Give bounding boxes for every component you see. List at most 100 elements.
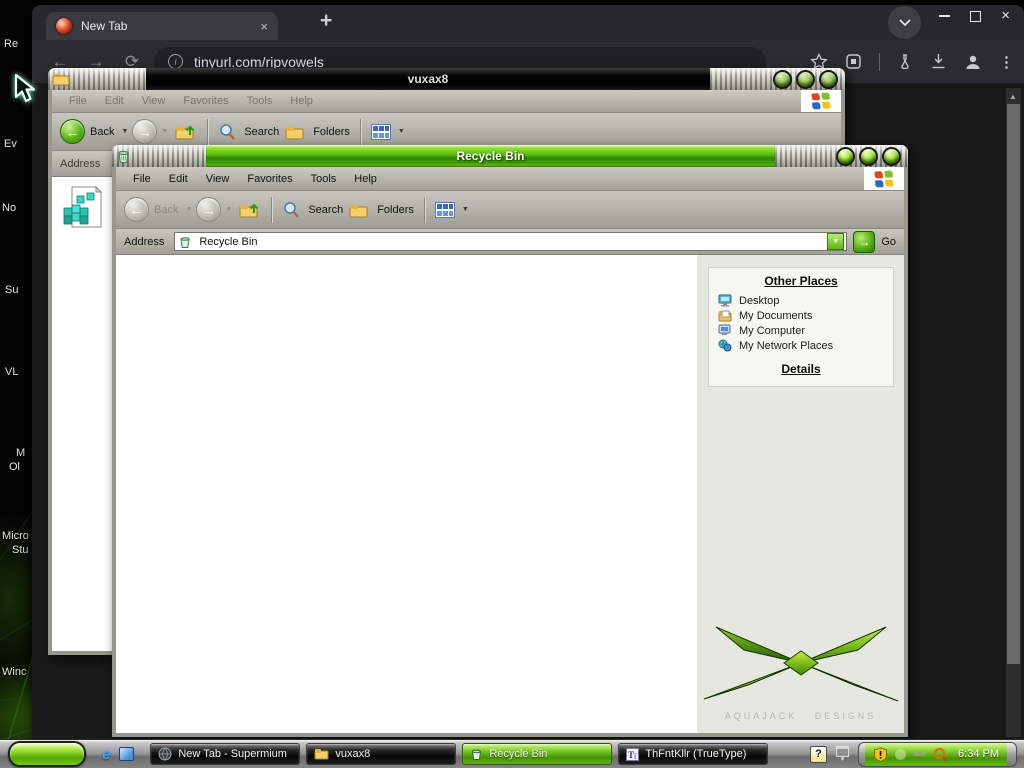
desktop-icon-label[interactable]: Ol bbox=[9, 461, 20, 473]
menu-favorites[interactable]: Favorites bbox=[238, 173, 301, 185]
back-button[interactable]: ← bbox=[60, 119, 85, 144]
details-expander[interactable]: Details bbox=[709, 362, 893, 376]
maximize-button[interactable] bbox=[970, 10, 982, 22]
place-label[interactable]: My Network Places bbox=[739, 340, 833, 352]
minimize-orb-button[interactable] bbox=[836, 146, 855, 166]
menu-view[interactable]: View bbox=[197, 173, 239, 185]
menu-help[interactable]: Help bbox=[281, 95, 322, 107]
folders-label[interactable]: Folders bbox=[313, 126, 350, 138]
tray-status-icon[interactable] bbox=[895, 748, 907, 760]
forward-dropdown-caret[interactable]: ▼ bbox=[161, 128, 168, 135]
menu-help[interactable]: Help bbox=[345, 173, 386, 185]
start-button[interactable] bbox=[8, 741, 86, 767]
go-button[interactable]: → bbox=[853, 230, 876, 253]
help-icon[interactable]: ? bbox=[810, 745, 828, 763]
scrollbar-thumb[interactable] bbox=[1007, 104, 1020, 664]
views-dropdown-caret[interactable]: ▼ bbox=[462, 206, 469, 213]
go-label[interactable]: Go bbox=[881, 236, 900, 248]
close-button[interactable]: × bbox=[1001, 8, 1010, 23]
desktop-icon-label[interactable]: Su bbox=[5, 284, 18, 296]
place-label[interactable]: My Computer bbox=[739, 325, 805, 337]
show-desktop-icon[interactable] bbox=[119, 747, 135, 761]
search-label[interactable]: Search bbox=[244, 126, 279, 138]
browser-tab-new-tab[interactable]: New Tab × bbox=[46, 12, 278, 40]
menu-file[interactable]: File bbox=[60, 95, 96, 107]
menu-file[interactable]: File bbox=[124, 173, 160, 185]
browser-scrollbar[interactable]: ▲ bbox=[1006, 88, 1021, 737]
site-info-icon[interactable]: i bbox=[168, 54, 183, 69]
back-dropdown-caret[interactable]: ▼ bbox=[121, 128, 128, 135]
taskbar-button-supermium[interactable]: New Tab - Supermium bbox=[150, 743, 301, 765]
desktop-icon-label[interactable]: Winc bbox=[2, 666, 26, 678]
internet-explorer-icon[interactable]: e bbox=[102, 746, 110, 763]
security-shield-icon[interactable] bbox=[873, 746, 888, 762]
other-places-title[interactable]: Other Places bbox=[709, 274, 893, 288]
desktop-icon-label[interactable]: Re bbox=[4, 38, 18, 50]
menu-edit[interactable]: Edit bbox=[160, 173, 197, 185]
menu-view[interactable]: View bbox=[133, 95, 175, 107]
forward-dropdown-caret[interactable]: ▼ bbox=[225, 206, 232, 213]
minimize-button[interactable] bbox=[939, 15, 951, 17]
place-label[interactable]: Desktop bbox=[739, 295, 779, 307]
back-button-disabled[interactable]: ← bbox=[124, 197, 149, 222]
titlebar[interactable]: Recycle Bin bbox=[112, 145, 908, 167]
download-icon[interactable] bbox=[930, 53, 947, 70]
folders-icon[interactable] bbox=[349, 202, 369, 218]
desktop-icon-label[interactable]: Stu bbox=[12, 544, 29, 556]
close-orb-button[interactable] bbox=[819, 69, 838, 89]
forward-button-disabled[interactable]: → bbox=[196, 197, 222, 222]
search-icon[interactable] bbox=[218, 123, 236, 141]
folder-content-area[interactable] bbox=[116, 255, 697, 733]
window-group-icon[interactable]: ▾ bbox=[836, 746, 850, 763]
desktop-icon-label[interactable]: Ev bbox=[4, 138, 17, 150]
back-label[interactable]: Back bbox=[154, 204, 178, 216]
taskbar-button-recycle-bin[interactable]: Recycle Bin bbox=[462, 743, 613, 765]
desktop-icon-label[interactable]: M bbox=[16, 447, 25, 459]
menu-edit[interactable]: Edit bbox=[96, 95, 133, 107]
views-icon[interactable] bbox=[370, 123, 391, 140]
views-dropdown-caret[interactable]: ▼ bbox=[398, 128, 405, 135]
place-item-my-network-places[interactable]: My Network Places bbox=[709, 338, 893, 353]
place-item-my-computer[interactable]: My Computer bbox=[709, 323, 893, 338]
menu-tools[interactable]: Tools bbox=[238, 95, 282, 107]
search-icon[interactable] bbox=[282, 201, 300, 219]
back-dropdown-caret[interactable]: ▼ bbox=[185, 206, 192, 213]
place-label[interactable]: My Documents bbox=[739, 310, 812, 322]
address-input[interactable]: ▼ bbox=[174, 232, 848, 251]
desktop-icon-label[interactable]: Micro bbox=[2, 530, 29, 542]
profile-avatar-icon[interactable] bbox=[964, 53, 982, 71]
taskbar-button-thfntkllr[interactable]: TT ThFntKllr (TrueType) bbox=[618, 743, 769, 765]
place-item-my-documents[interactable]: My Documents bbox=[709, 308, 893, 323]
flask-icon[interactable] bbox=[897, 53, 913, 71]
folders-icon[interactable] bbox=[285, 124, 305, 140]
back-label[interactable]: Back bbox=[90, 126, 114, 138]
address-value-input[interactable] bbox=[197, 234, 823, 249]
desktop-icon-label[interactable]: VL bbox=[5, 366, 18, 378]
menu-tools[interactable]: Tools bbox=[302, 173, 346, 185]
views-icon[interactable] bbox=[434, 201, 455, 218]
tab-close-icon[interactable]: × bbox=[260, 19, 268, 34]
tray-status-icon[interactable] bbox=[913, 752, 927, 756]
scrollbar-up-arrow-icon[interactable]: ▲ bbox=[1009, 92, 1017, 101]
forward-button[interactable]: → bbox=[132, 119, 158, 144]
extension-icon[interactable] bbox=[845, 53, 862, 70]
taskbar-button-vuxax8[interactable]: vuxax8 bbox=[306, 743, 457, 765]
up-folder-icon[interactable] bbox=[175, 123, 197, 141]
tray-search-icon[interactable] bbox=[933, 747, 948, 762]
maximize-orb-button[interactable] bbox=[796, 69, 815, 89]
tab-search-chevron-button[interactable] bbox=[888, 6, 921, 39]
up-folder-icon[interactable] bbox=[239, 201, 261, 219]
menu-favorites[interactable]: Favorites bbox=[174, 95, 237, 107]
search-label[interactable]: Search bbox=[308, 204, 343, 216]
place-item-desktop[interactable]: Desktop bbox=[709, 293, 893, 308]
close-orb-button[interactable] bbox=[882, 146, 901, 166]
address-dropdown-button[interactable]: ▼ bbox=[827, 233, 845, 250]
minimize-orb-button[interactable] bbox=[773, 69, 792, 89]
titlebar[interactable]: vuxax8 bbox=[48, 68, 845, 90]
maximize-orb-button[interactable] bbox=[859, 146, 878, 166]
registry-file-icon[interactable] bbox=[60, 184, 104, 230]
desktop-icon-label[interactable]: No bbox=[2, 202, 16, 214]
browser-menu-icon[interactable]: ⋮ bbox=[999, 53, 1014, 71]
taskbar-clock[interactable]: 6:34 PM bbox=[955, 748, 1002, 760]
folders-label[interactable]: Folders bbox=[377, 204, 414, 216]
